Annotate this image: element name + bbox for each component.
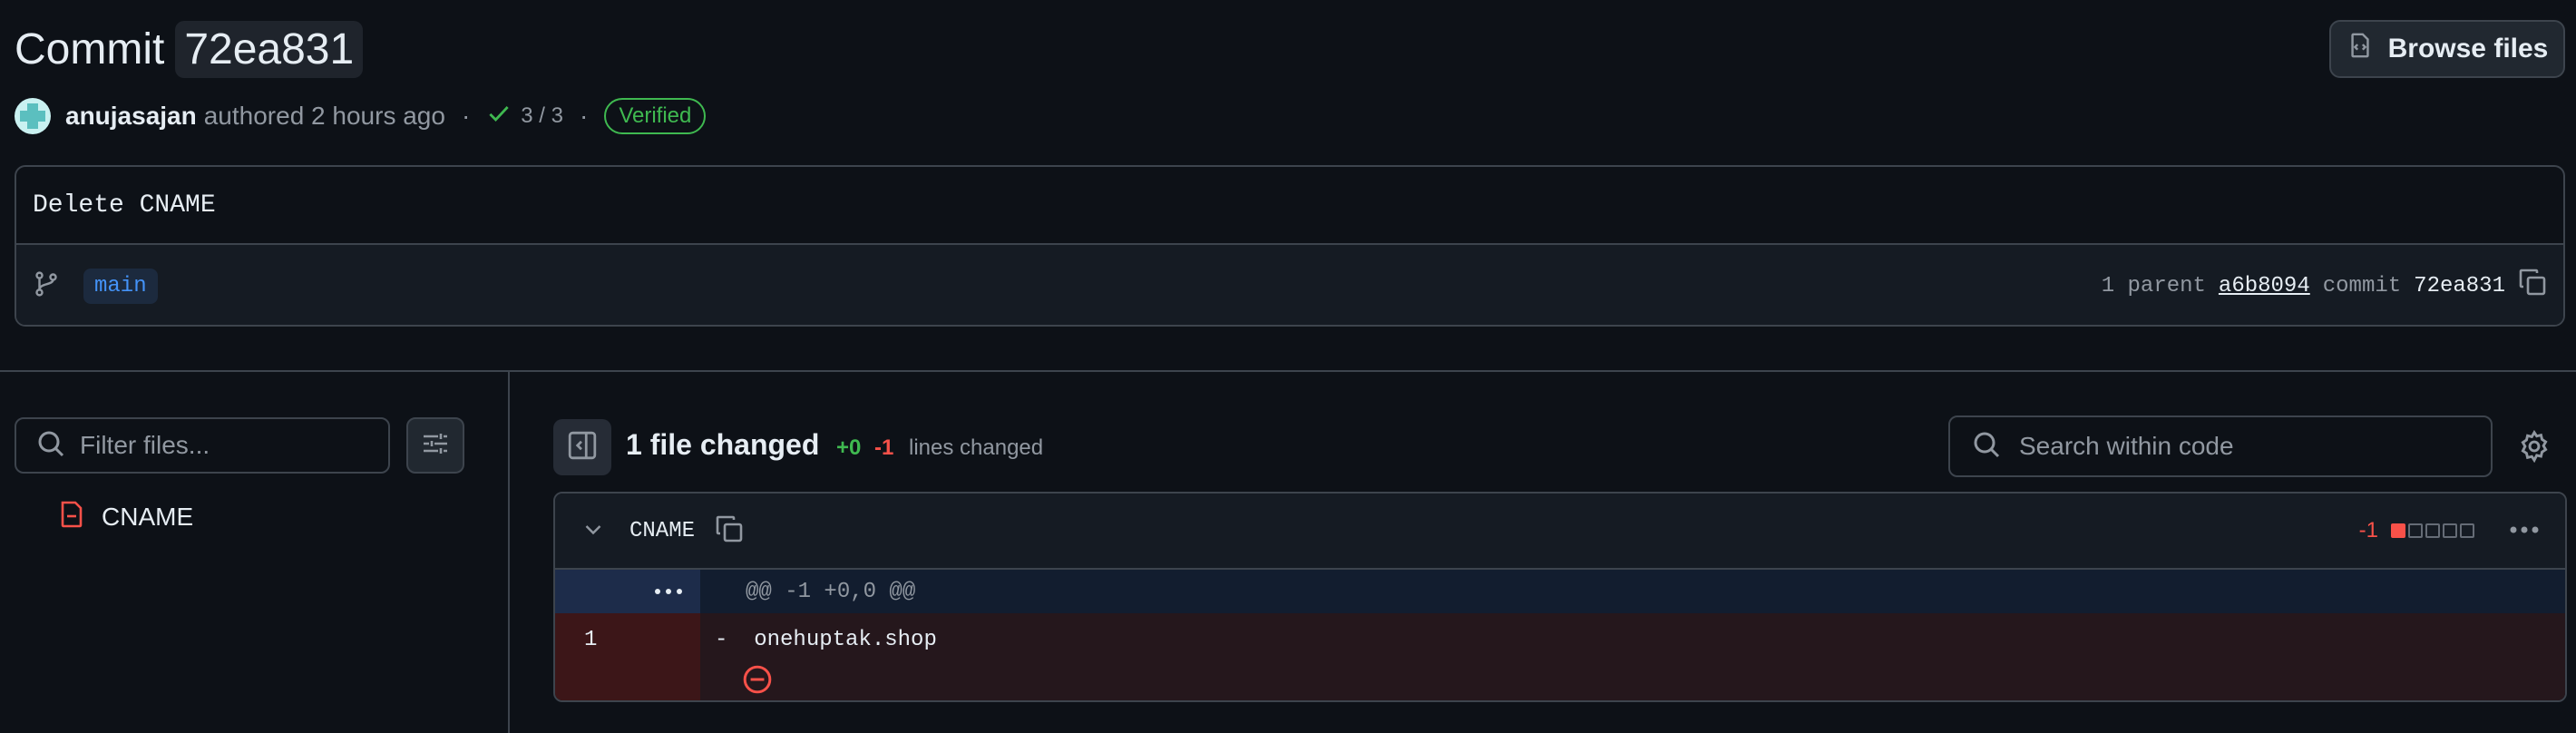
- checks-status[interactable]: 3 / 3: [486, 101, 563, 132]
- separator-dot: ·: [579, 102, 589, 130]
- filter-files-input[interactable]: [80, 431, 370, 460]
- separator-dot: ·: [461, 102, 471, 130]
- hunk-row: @@ -1 +0,0 @@: [555, 570, 2565, 613]
- search-icon: [36, 429, 65, 463]
- diff-line-content: - onehuptak.shop: [700, 613, 2565, 700]
- author-link[interactable]: anujasajan: [65, 102, 197, 131]
- copy-icon[interactable]: [715, 514, 744, 548]
- gear-icon[interactable]: [2518, 430, 2551, 463]
- diff-file: CNAME -1 @@ -1 +0,0 @@ 1 - onehuptak.sho…: [553, 492, 2567, 702]
- commit-message-box: Delete CNAME main 1 parent a6b8094 commi…: [15, 165, 2565, 327]
- diff-stat-block: [2443, 523, 2457, 538]
- verified-badge[interactable]: Verified: [604, 98, 707, 134]
- diff-file-name[interactable]: CNAME: [629, 519, 695, 543]
- diff-line-code: onehuptak.shop: [754, 628, 937, 652]
- sidebar-collapse-icon: [567, 430, 598, 465]
- diff-line-deleted: 1 - onehuptak.shop: [555, 613, 2565, 700]
- diff-stat-block: [2425, 523, 2440, 538]
- commit-sha: 72ea831: [2414, 273, 2505, 298]
- avatar[interactable]: [15, 98, 51, 134]
- panel-divider[interactable]: [508, 372, 510, 733]
- file-removed-icon: [58, 500, 85, 535]
- git-branch-icon: [33, 270, 60, 302]
- section-divider: [0, 370, 2576, 372]
- search-icon: [1972, 430, 2001, 464]
- diff-stat-block: [2408, 523, 2423, 538]
- diff-change-count: -1: [2358, 518, 2378, 542]
- deletion-marker-icon: [743, 665, 772, 694]
- hunk-header: @@ -1 +0,0 @@: [700, 570, 2565, 613]
- file-tree-item-label: CNAME: [102, 503, 194, 531]
- diff-file-header: CNAME -1: [555, 494, 2565, 570]
- files-changed-count: 1 file changed: [626, 428, 820, 461]
- kebab-menu-icon[interactable]: [2509, 523, 2540, 539]
- commit-label: commit: [2322, 273, 2402, 298]
- browse-files-button[interactable]: Browse files: [2329, 20, 2565, 78]
- page-title: Commit 72ea831: [15, 16, 364, 82]
- diff-line-prefix: -: [715, 628, 728, 652]
- browse-files-label: Browse files: [2387, 34, 2549, 64]
- search-code-field[interactable]: [1948, 415, 2493, 477]
- ellipsis-icon: [653, 583, 684, 600]
- commit-message: Delete CNAME: [16, 167, 2563, 245]
- file-code-icon: [2347, 32, 2374, 66]
- parent-sha-link[interactable]: a6b8094: [2219, 274, 2310, 298]
- check-icon: [486, 101, 512, 132]
- title-commit-sha: 72ea831: [175, 20, 364, 78]
- chevron-down-icon[interactable]: [582, 518, 604, 544]
- branch-link[interactable]: main: [83, 268, 158, 304]
- checks-count: 3 / 3: [521, 103, 563, 128]
- parent-label: 1 parent: [2101, 273, 2206, 298]
- lines-changed-label: lines changed: [909, 435, 1044, 460]
- old-line-number[interactable]: 1: [555, 613, 700, 700]
- diff-stat-blocks: [2391, 523, 2474, 538]
- commit-meta: anujasajan authored 2 hours ago · 3 / 3 …: [15, 96, 707, 136]
- expand-hunk-button[interactable]: [555, 570, 700, 613]
- lines-removed: -1: [874, 435, 894, 460]
- commit-footer: main 1 parent a6b8094 commit 72ea831: [16, 245, 2563, 325]
- lines-added: +0: [836, 435, 862, 460]
- filter-options-button[interactable]: [406, 417, 464, 474]
- diff-stats: -1: [2359, 518, 2540, 543]
- toggle-file-tree-button[interactable]: [553, 419, 611, 475]
- commit-refs: 1 parent a6b8094 commit 72ea831: [2102, 268, 2547, 304]
- copy-icon[interactable]: [2518, 268, 2547, 304]
- diff-line-text: - onehuptak.shop: [715, 628, 937, 652]
- diff-stat-block: [2391, 523, 2405, 538]
- sliders-icon: [421, 429, 450, 463]
- authored-time: authored 2 hours ago: [203, 102, 445, 130]
- filter-files-field[interactable]: [15, 417, 390, 474]
- file-tree-item[interactable]: CNAME: [58, 499, 193, 535]
- search-code-input[interactable]: [2019, 432, 2491, 461]
- diff-stat-block: [2460, 523, 2474, 538]
- title-commit-word: Commit: [15, 24, 165, 73]
